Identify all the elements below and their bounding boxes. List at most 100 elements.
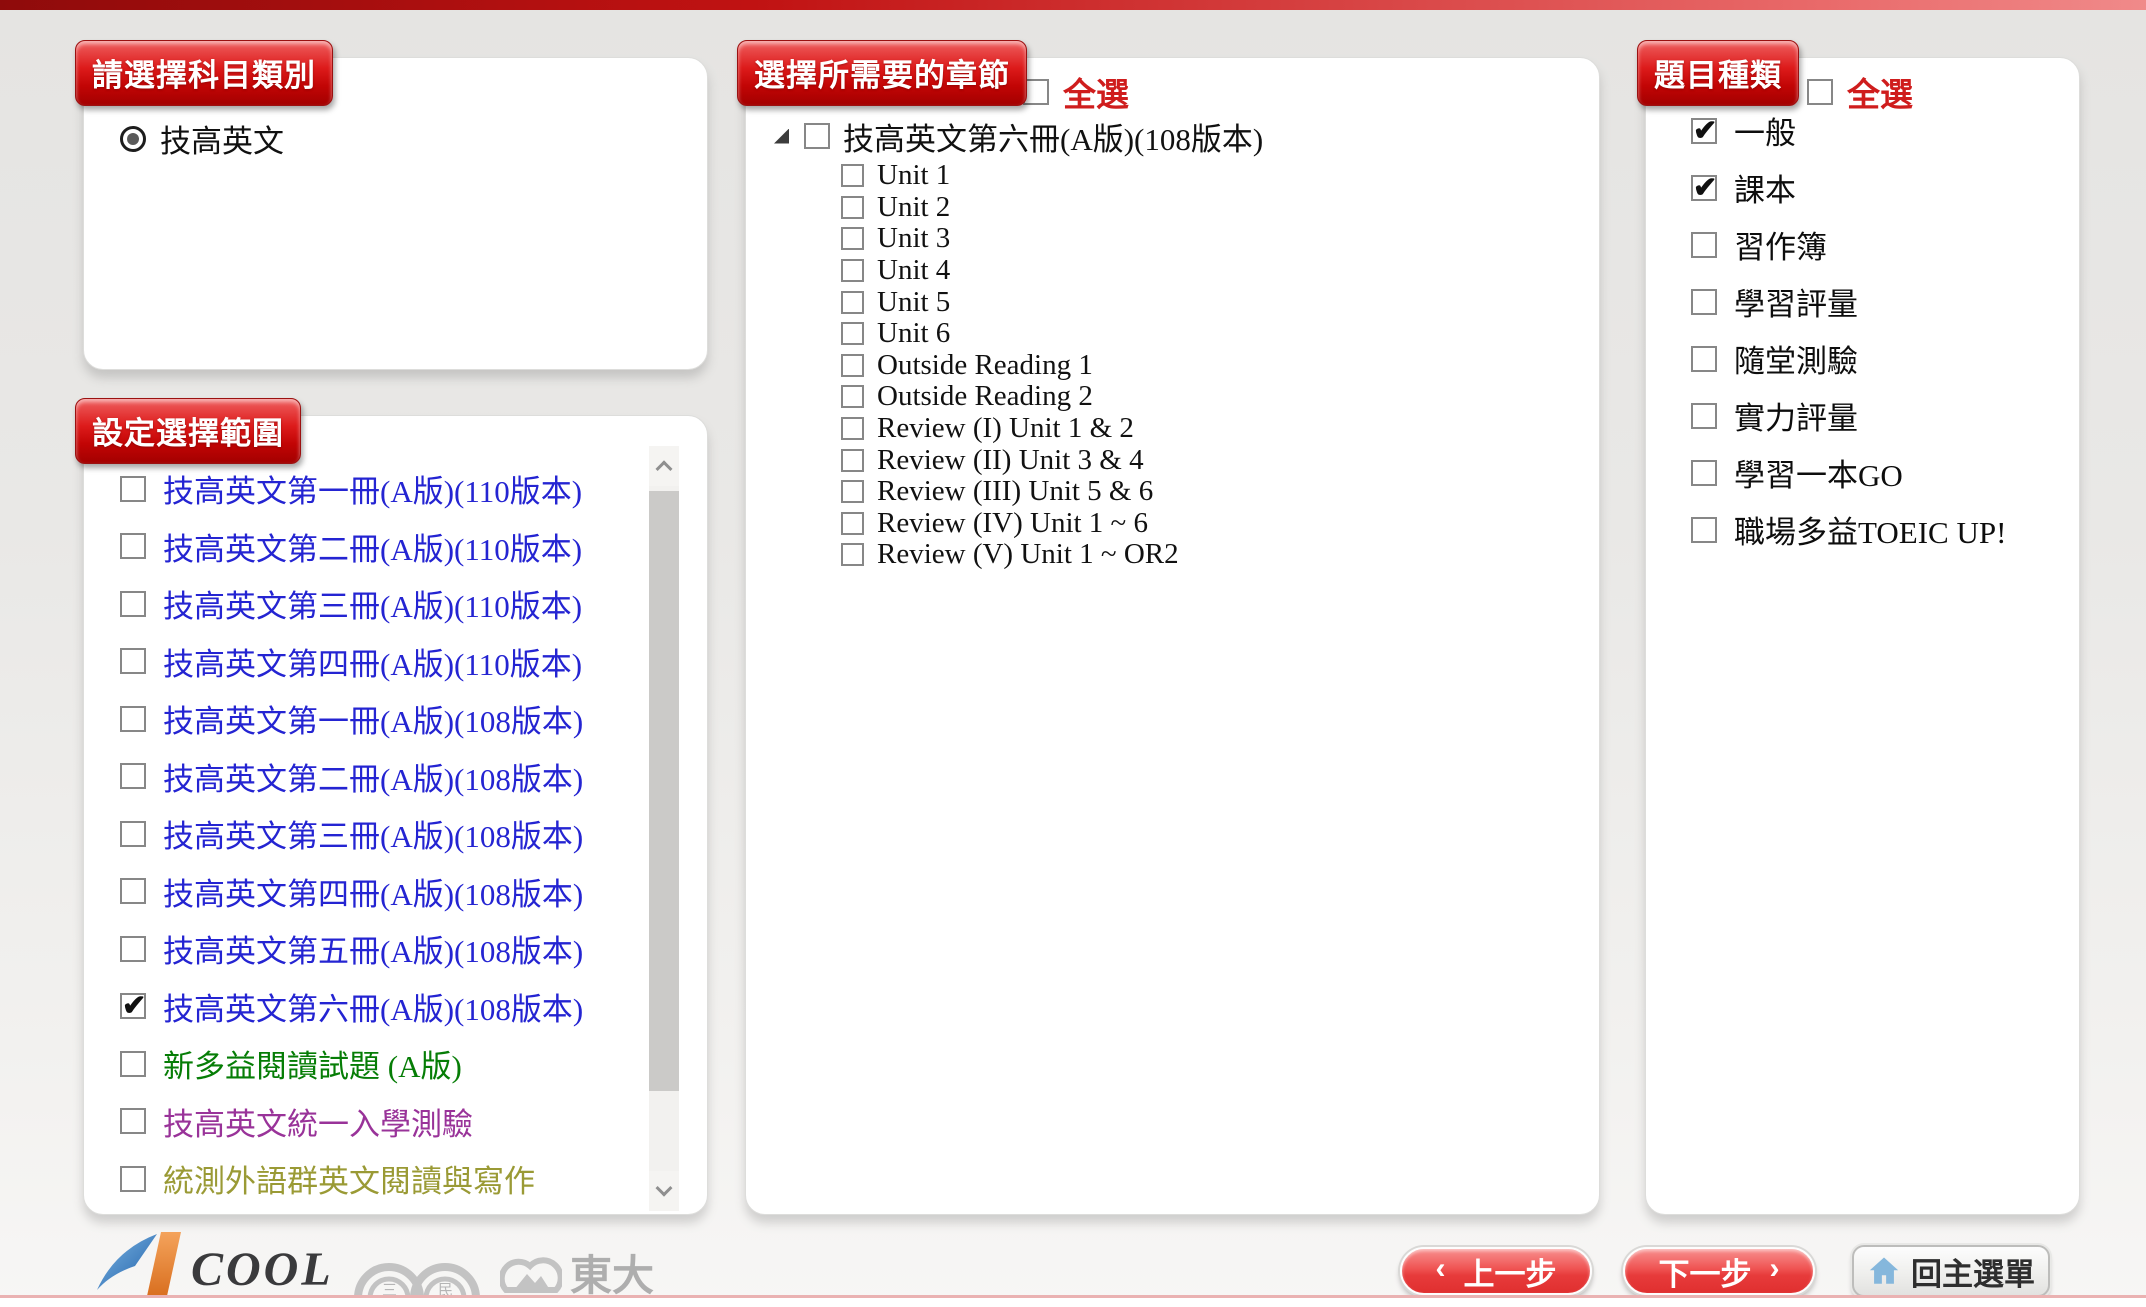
tree-item[interactable]: Unit 4: [841, 255, 1263, 287]
type-checkbox[interactable]: [1691, 118, 1717, 144]
type-item-label[interactable]: 實力評量: [1734, 393, 1858, 438]
tree-item-label[interactable]: Review (II) Unit 3 & 4: [877, 444, 1144, 477]
list-item[interactable]: 實力評量: [1691, 387, 2006, 444]
range-item-label[interactable]: 新多益閱讀試題 (A版): [163, 1041, 462, 1086]
subject-option-row[interactable]: 技高英文: [120, 116, 284, 161]
tree-item-label[interactable]: Outside Reading 2: [877, 380, 1093, 413]
type-item-label[interactable]: 一般: [1734, 108, 1796, 153]
tree-item-label[interactable]: Review (III) Unit 5 & 6: [877, 475, 1153, 508]
chapter-select-all-label[interactable]: 全選: [1063, 68, 1129, 116]
tree-item-label[interactable]: Unit 1: [877, 159, 950, 192]
list-item[interactable]: 一般: [1691, 102, 2006, 159]
range-checkbox[interactable]: [120, 533, 146, 559]
list-item[interactable]: 隨堂測驗: [1691, 330, 2006, 387]
list-item[interactable]: 技高英文第四冊(A版)(108版本): [120, 863, 640, 921]
tree-item-checkbox[interactable]: [841, 543, 864, 566]
list-item[interactable]: 技高英文第一冊(A版)(108版本): [120, 690, 640, 748]
range-checkbox[interactable]: [120, 1051, 146, 1077]
tree-item[interactable]: Outside Reading 1: [841, 350, 1263, 382]
list-item[interactable]: 技高英文第五冊(A版)(108版本): [120, 920, 640, 978]
list-item[interactable]: 技高英文第六冊(A版)(108版本): [120, 978, 640, 1036]
tree-item[interactable]: Review (I) Unit 1 & 2: [841, 413, 1263, 445]
tree-item-checkbox[interactable]: [841, 512, 864, 535]
tree-item-checkbox[interactable]: [841, 196, 864, 219]
tree-item-checkbox[interactable]: [841, 354, 864, 377]
type-item-label[interactable]: 課本: [1734, 165, 1796, 210]
tree-item[interactable]: Review (II) Unit 3 & 4: [841, 444, 1263, 476]
tree-item-checkbox[interactable]: [841, 227, 864, 250]
tree-expanded-icon[interactable]: [774, 129, 789, 144]
tree-item-label[interactable]: Unit 6: [877, 317, 950, 350]
type-item-label[interactable]: 職場多益TOEIC UP!: [1734, 507, 2006, 552]
range-item-label[interactable]: 技高英文第二冊(A版)(110版本): [163, 524, 582, 569]
range-item-label[interactable]: 技高英文第二冊(A版)(108版本): [163, 754, 583, 799]
tree-item-label[interactable]: Review (IV) Unit 1 ~ 6: [877, 507, 1148, 540]
tree-item-label[interactable]: Review (I) Unit 1 & 2: [877, 412, 1134, 445]
range-item-label[interactable]: 技高英文第一冊(A版)(108版本): [163, 696, 583, 741]
tree-item-label[interactable]: Unit 4: [877, 254, 950, 287]
type-item-label[interactable]: 習作簿: [1734, 222, 1827, 267]
tree-item-checkbox[interactable]: [841, 291, 864, 314]
list-item[interactable]: 習作簿: [1691, 216, 2006, 273]
type-checkbox[interactable]: [1691, 346, 1717, 372]
type-item-label[interactable]: 學習評量: [1734, 279, 1858, 324]
list-item[interactable]: 技高英文第三冊(A版)(108版本): [120, 805, 640, 863]
list-item[interactable]: 課本: [1691, 159, 2006, 216]
range-item-label[interactable]: 技高英文第四冊(A版)(110版本): [163, 639, 582, 684]
type-checkbox[interactable]: [1691, 232, 1717, 258]
tree-root-row[interactable]: 技高英文第六冊(A版)(108版本): [774, 114, 1263, 158]
tree-item[interactable]: Review (V) Unit 1 ~ OR2: [841, 539, 1263, 571]
tree-root-checkbox[interactable]: [804, 123, 830, 149]
tree-item-checkbox[interactable]: [841, 449, 864, 472]
scrollbar-thumb[interactable]: [649, 491, 679, 1091]
range-checkbox[interactable]: [120, 993, 146, 1019]
tree-item-checkbox[interactable]: [841, 322, 864, 345]
range-checkbox[interactable]: [120, 878, 146, 904]
type-item-label[interactable]: 隨堂測驗: [1734, 336, 1858, 381]
range-checkbox[interactable]: [120, 936, 146, 962]
scroll-up-icon[interactable]: [649, 446, 679, 486]
range-checkbox[interactable]: [120, 1108, 146, 1134]
tree-item[interactable]: Unit 2: [841, 192, 1263, 224]
tree-item-checkbox[interactable]: [841, 417, 864, 440]
type-checkbox[interactable]: [1691, 175, 1717, 201]
tree-item-checkbox[interactable]: [841, 385, 864, 408]
tree-item-label[interactable]: Review (V) Unit 1 ~ OR2: [877, 538, 1179, 571]
range-checkbox[interactable]: [120, 648, 146, 674]
range-item-label[interactable]: 技高英文第五冊(A版)(108版本): [163, 926, 583, 971]
range-item-label[interactable]: 統測外語群英文閱讀與寫作: [163, 1156, 535, 1201]
range-checkbox[interactable]: [120, 476, 146, 502]
list-item[interactable]: 學習評量: [1691, 273, 2006, 330]
list-item[interactable]: 技高英文第二冊(A版)(110版本): [120, 518, 640, 576]
list-item[interactable]: 職場多益TOEIC UP!: [1691, 501, 2006, 558]
tree-item-label[interactable]: Unit 3: [877, 222, 950, 255]
type-item-label[interactable]: 學習一本GO: [1734, 450, 1903, 495]
tree-item-label[interactable]: Outside Reading 1: [877, 349, 1093, 382]
range-item-label[interactable]: 技高英文第六冊(A版)(108版本): [163, 984, 583, 1029]
chapter-select-all-row[interactable]: 全選: [1023, 68, 1129, 116]
type-checkbox[interactable]: [1691, 517, 1717, 543]
range-checkbox[interactable]: [120, 591, 146, 617]
tree-item[interactable]: Unit 1: [841, 160, 1263, 192]
tree-item-checkbox[interactable]: [841, 480, 864, 503]
tree-item[interactable]: Unit 5: [841, 286, 1263, 318]
list-item[interactable]: 統測外語群英文閱讀與寫作: [120, 1150, 640, 1208]
range-checkbox[interactable]: [120, 763, 146, 789]
prev-step-button[interactable]: ‹ 上一步: [1400, 1247, 1592, 1295]
type-checkbox[interactable]: [1691, 289, 1717, 315]
range-item-label[interactable]: 技高英文第一冊(A版)(110版本): [163, 466, 582, 511]
tree-item-checkbox[interactable]: [841, 164, 864, 187]
scroll-down-icon[interactable]: [649, 1171, 679, 1211]
list-item[interactable]: 技高英文統一入學測驗: [120, 1093, 640, 1151]
tree-item-label[interactable]: Unit 5: [877, 286, 950, 319]
range-checkbox[interactable]: [120, 1166, 146, 1192]
range-item-label[interactable]: 技高英文第三冊(A版)(108版本): [163, 811, 583, 856]
home-menu-button[interactable]: 回主選單: [1852, 1245, 2050, 1297]
type-checkbox[interactable]: [1691, 403, 1717, 429]
tree-item[interactable]: Outside Reading 2: [841, 381, 1263, 413]
list-item[interactable]: 新多益閱讀試題 (A版): [120, 1035, 640, 1093]
tree-item[interactable]: Review (III) Unit 5 & 6: [841, 476, 1263, 508]
tree-item[interactable]: Review (IV) Unit 1 ~ 6: [841, 508, 1263, 540]
list-item[interactable]: 技高英文第二冊(A版)(108版本): [120, 748, 640, 806]
list-item[interactable]: 學習一本GO: [1691, 444, 2006, 501]
